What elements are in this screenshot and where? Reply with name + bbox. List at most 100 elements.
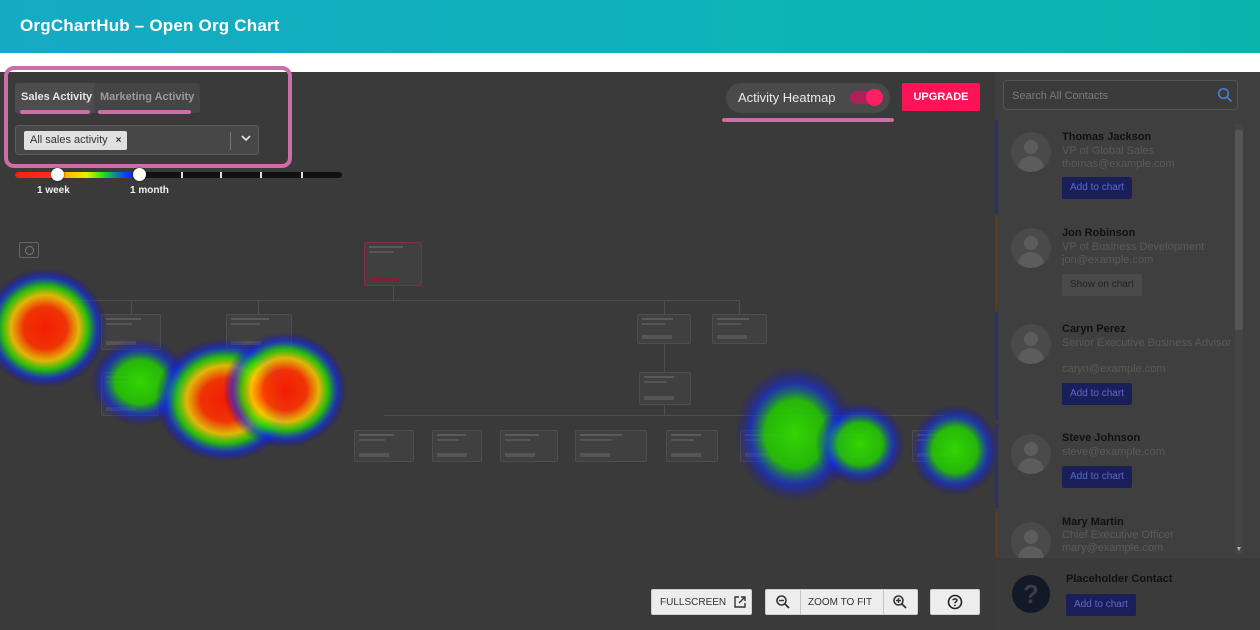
contact-role: VP of Business Development bbox=[1062, 241, 1205, 253]
filter-chip: All sales activity × bbox=[24, 131, 128, 150]
contact-role: Chief Executive Officer bbox=[1062, 529, 1174, 541]
avatar bbox=[1011, 522, 1051, 562]
search-input[interactable] bbox=[1012, 87, 1212, 105]
org-node[interactable] bbox=[101, 314, 161, 350]
fullscreen-label: FULLSCREEN bbox=[660, 597, 727, 608]
contact-email: caryn@example.com bbox=[1062, 363, 1166, 375]
org-node[interactable] bbox=[712, 314, 767, 344]
avatar bbox=[1011, 132, 1051, 172]
org-node[interactable] bbox=[740, 430, 800, 462]
slider-tick bbox=[301, 172, 303, 178]
tab-marketing-activity[interactable]: Marketing Activity bbox=[94, 83, 201, 113]
slider-handle-end[interactable] bbox=[133, 168, 146, 181]
zoom-divider bbox=[800, 590, 801, 614]
app-header: OrgChartHub – Open Org Chart bbox=[0, 0, 1260, 53]
chip-remove-icon[interactable]: × bbox=[116, 135, 122, 146]
connector bbox=[664, 300, 665, 314]
tab-sales-underline bbox=[20, 110, 90, 114]
connector bbox=[664, 405, 665, 415]
contact-card: Jon Robinson VP of Business Development … bbox=[995, 216, 1231, 310]
contact-email: steve@example.com bbox=[1062, 446, 1165, 458]
connector bbox=[40, 300, 740, 301]
add-to-chart-button[interactable]: Add to chart bbox=[1062, 466, 1132, 488]
add-to-chart-button[interactable]: Add to chart bbox=[1066, 594, 1136, 616]
question-icon: ? bbox=[1012, 575, 1050, 613]
avatar bbox=[1011, 434, 1051, 474]
org-node[interactable] bbox=[912, 430, 962, 462]
connector bbox=[664, 344, 665, 372]
slider-handle-start[interactable] bbox=[51, 168, 64, 181]
search-icon[interactable] bbox=[1217, 87, 1233, 103]
contact-stripe bbox=[995, 312, 998, 420]
slider-gradient bbox=[15, 172, 145, 178]
org-node[interactable] bbox=[432, 430, 482, 462]
connector bbox=[393, 286, 394, 300]
sidebar-scroll-thumb[interactable] bbox=[1235, 130, 1243, 330]
slider-tick bbox=[181, 172, 183, 178]
contact-stripe bbox=[995, 512, 998, 558]
connector bbox=[258, 300, 259, 314]
tab-sales-activity[interactable]: Sales Activity bbox=[15, 83, 99, 113]
help-button[interactable] bbox=[930, 589, 980, 615]
help-icon bbox=[947, 594, 963, 610]
connector bbox=[739, 300, 740, 314]
scroll-down-icon[interactable]: ▼ bbox=[1235, 546, 1243, 554]
contact-name: Jon Robinson bbox=[1062, 227, 1136, 239]
time-range-slider[interactable] bbox=[15, 172, 342, 178]
contact-search[interactable] bbox=[1003, 80, 1238, 110]
connector bbox=[384, 415, 944, 416]
heatmap-switch[interactable] bbox=[850, 89, 883, 106]
heatmap-toggle-label: Activity Heatmap bbox=[738, 90, 836, 105]
org-node[interactable] bbox=[830, 430, 880, 462]
org-node[interactable] bbox=[500, 430, 558, 462]
slider-label-start: 1 week bbox=[37, 185, 70, 196]
zoom-out-icon[interactable] bbox=[775, 594, 791, 610]
tab-marketing-underline bbox=[98, 110, 191, 114]
chevron-down-icon[interactable] bbox=[238, 132, 254, 148]
filter-chip-label: All sales activity bbox=[30, 134, 108, 146]
placeholder-contact-card: ? Placeholder Contact Add to chart bbox=[995, 558, 1260, 630]
contact-name: Caryn Perez bbox=[1062, 323, 1126, 335]
contact-card: Thomas Jackson VP of Global Sales thomas… bbox=[995, 120, 1231, 216]
expand-icon[interactable] bbox=[19, 242, 39, 258]
contact-card: Steve Johnson steve@example.com Add to c… bbox=[995, 424, 1231, 510]
placeholder-name: Placeholder Contact bbox=[1066, 573, 1173, 585]
contact-name: Steve Johnson bbox=[1062, 432, 1141, 444]
activity-heatmap-toggle[interactable]: Activity Heatmap bbox=[726, 83, 890, 113]
add-to-chart-button[interactable]: Add to chart bbox=[1062, 177, 1132, 199]
contact-card: Mary Martin Chief Executive Officer mary… bbox=[995, 512, 1231, 562]
contact-stripe bbox=[995, 216, 998, 308]
org-node[interactable] bbox=[575, 430, 647, 462]
org-node[interactable] bbox=[226, 314, 292, 350]
org-node[interactable] bbox=[364, 242, 422, 286]
avatar bbox=[1011, 228, 1051, 268]
contact-role: VP of Global Sales bbox=[1062, 145, 1155, 157]
upgrade-button[interactable]: UPGRADE bbox=[902, 83, 980, 111]
zoom-controls: ZOOM TO FIT bbox=[765, 589, 918, 615]
heatmap-toggle-underline bbox=[722, 118, 894, 122]
zoom-divider bbox=[883, 590, 884, 614]
avatar bbox=[1011, 324, 1051, 364]
org-node[interactable] bbox=[101, 372, 159, 416]
contact-stripe bbox=[995, 424, 998, 508]
zoom-in-icon[interactable] bbox=[892, 594, 908, 610]
contact-stripe bbox=[995, 120, 998, 214]
slider-tick bbox=[220, 172, 222, 178]
select-divider bbox=[230, 132, 231, 150]
app-title: OrgChartHub – Open Org Chart bbox=[20, 16, 280, 35]
org-node[interactable] bbox=[354, 430, 414, 462]
add-to-chart-button[interactable]: Add to chart bbox=[1062, 383, 1132, 405]
activity-filter-select[interactable]: All sales activity × bbox=[15, 125, 259, 155]
contact-email: thomas@example.com bbox=[1062, 158, 1175, 170]
contact-card: Caryn Perez Senior Executive Business Ad… bbox=[995, 312, 1231, 422]
slider-tick bbox=[260, 172, 262, 178]
contact-role: Senior Executive Business Advisor bbox=[1062, 337, 1232, 349]
contact-name: Thomas Jackson bbox=[1062, 131, 1152, 143]
external-link-icon bbox=[734, 596, 746, 608]
org-node[interactable] bbox=[639, 372, 691, 405]
zoom-to-fit-button[interactable]: ZOOM TO FIT bbox=[808, 597, 872, 608]
show-on-chart-button[interactable]: Show on chart bbox=[1062, 274, 1142, 296]
org-node[interactable] bbox=[666, 430, 718, 462]
org-node[interactable] bbox=[637, 314, 691, 344]
fullscreen-button[interactable]: FULLSCREEN bbox=[651, 589, 752, 615]
